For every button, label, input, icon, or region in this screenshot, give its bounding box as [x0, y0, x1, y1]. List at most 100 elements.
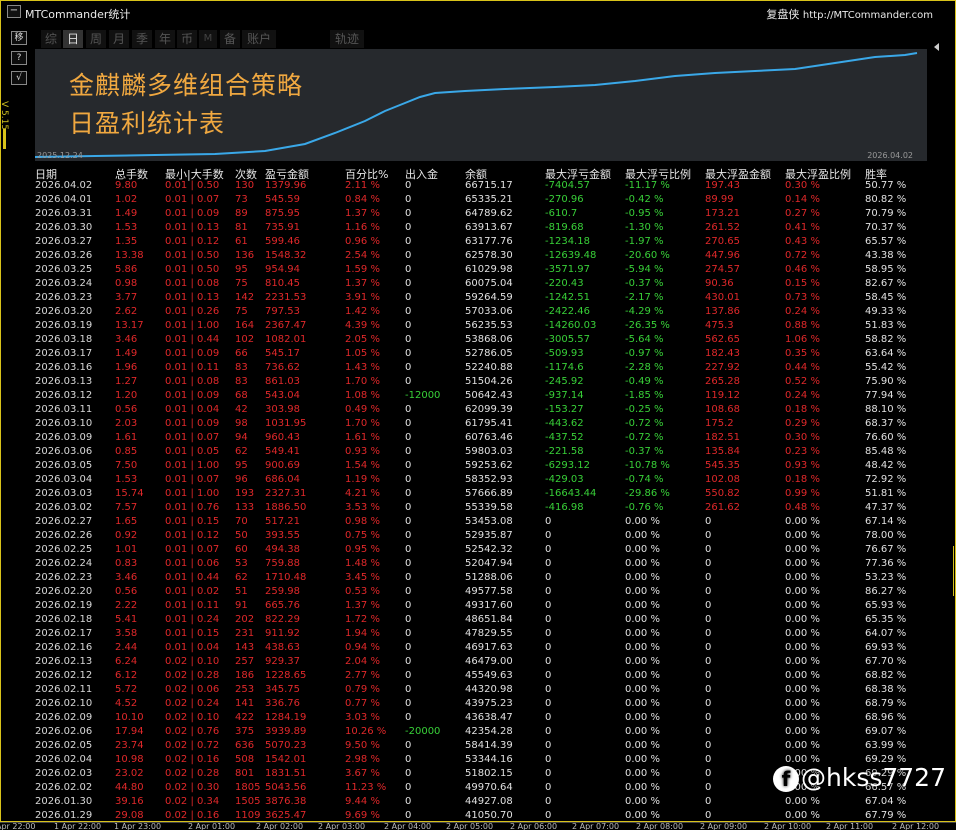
cell-balance: 44927.08 [465, 796, 513, 807]
cell-deposit: 0 [405, 180, 412, 191]
cell-max-float-loss: 0 [545, 796, 552, 807]
cell-total-lots: 29.08 [115, 810, 144, 821]
table-row[interactable]: 2026.02.05 23.74 0.02 | 0.72 636 5070.23 9.50… [1, 740, 956, 754]
cell-max-float-loss-pct: 0.00 % [625, 810, 660, 821]
tab-track[interactable]: 轨迹 [330, 30, 364, 48]
tab-currency[interactable]: 币 [177, 30, 197, 48]
cell-min-max-lots: 0.01 | 0.50 [165, 180, 220, 191]
table-row[interactable]: 2026.03.11 0.56 0.01 | 0.04 42 303.98 0.49 % 0… [1, 404, 956, 418]
table-row[interactable]: 2026.02.18 5.41 0.01 | 0.24 202 822.29 1.72 %… [1, 614, 956, 628]
table-row[interactable]: 2026.02.06 17.94 0.02 | 0.76 375 3939.89 10.2… [1, 726, 956, 740]
cell-min-max-lots: 0.01 | 0.24 [165, 614, 220, 625]
table-row[interactable]: 2026.03.31 1.49 0.01 | 0.09 89 875.95 1.37 % 0… [1, 208, 956, 222]
cell-max-float-profit-pct: 0.00 % [785, 558, 820, 569]
table-row[interactable]: 2026.03.02 7.57 0.01 | 0.76 133 1886.50 3.53 … [1, 502, 956, 516]
table-row[interactable]: 2026.03.04 1.53 0.01 | 0.07 96 686.04 1.19 % 0… [1, 474, 956, 488]
table-row[interactable]: 2026.02.10 4.52 0.02 | 0.24 141 336.76 0.77 %… [1, 698, 956, 712]
cell-balance: 52542.32 [465, 544, 513, 555]
table-row[interactable]: 2026.03.05 7.50 0.01 | 1.00 95 900.69 1.54 % 0… [1, 460, 956, 474]
tab-daily[interactable]: 日 [63, 30, 83, 48]
table-row[interactable]: 2026.03.17 1.49 0.01 | 0.09 66 545.17 1.05 % 0… [1, 348, 956, 362]
tab-monthly[interactable]: 月 [109, 30, 129, 48]
cell-max-float-profit: 90.36 [705, 278, 734, 289]
table-row[interactable]: 2026.02.19 2.22 0.01 | 0.11 91 665.76 1.37 % 0… [1, 600, 956, 614]
cell-max-float-profit-pct: 0.00 % [785, 796, 820, 807]
table-row[interactable]: 2026.03.24 0.98 0.01 | 0.08 75 810.45 1.37 % 0… [1, 278, 956, 292]
table-row[interactable]: 2026.02.24 0.83 0.01 | 0.06 53 759.88 1.48 % 0… [1, 558, 956, 572]
cell-max-float-profit: 182.43 [705, 348, 740, 359]
cell-min-max-lots: 0.02 | 0.30 [165, 782, 220, 793]
table-row[interactable]: 2026.04.02 9.80 0.01 | 0.50 130 1379.96 2.11 … [1, 180, 956, 194]
table-row[interactable]: 2026.02.17 3.58 0.01 | 0.15 231 911.92 1.94 %… [1, 628, 956, 642]
cell-date: 2026.02.10 [35, 698, 93, 709]
table-row[interactable]: 2026.02.25 1.01 0.01 | 0.07 60 494.38 0.95 % 0… [1, 544, 956, 558]
cell-win-rate: 65.35 % [865, 614, 907, 625]
cell-balance: 57666.89 [465, 488, 513, 499]
table-row[interactable]: 2026.03.10 2.03 0.01 | 0.09 98 1031.95 1.70 %… [1, 418, 956, 432]
table-row[interactable]: 2026.02.09 10.10 0.02 | 0.10 422 1284.19 3.03… [1, 712, 956, 726]
table-row[interactable]: 2026.03.12 1.20 0.01 | 0.09 68 543.04 1.08 % -… [1, 390, 956, 404]
table-row[interactable]: 2026.01.30 39.16 0.02 | 0.34 1505 3876.38 9.4… [1, 796, 956, 810]
tab-account[interactable]: 账户 [242, 30, 276, 48]
table-row[interactable]: 2026.02.16 2.44 0.01 | 0.04 143 438.63 0.94 %… [1, 642, 956, 656]
collapse-arrow-icon[interactable] [934, 43, 939, 51]
table-row[interactable]: 2026.03.16 1.96 0.01 | 0.11 83 736.62 1.43 % 0… [1, 362, 956, 376]
table-row[interactable]: 2026.03.03 15.74 0.01 | 1.00 193 2327.31 4.21… [1, 488, 956, 502]
cell-min-max-lots: 0.01 | 0.02 [165, 586, 220, 597]
cell-date: 2026.02.13 [35, 656, 93, 667]
cell-total-lots: 17.94 [115, 726, 144, 737]
table-row[interactable]: 2026.04.01 1.02 0.01 | 0.07 73 545.59 0.84 % 0… [1, 194, 956, 208]
confirm-button[interactable]: √ [11, 71, 27, 85]
minimize-button[interactable]: − [7, 5, 21, 18]
table-row[interactable]: 2026.03.19 13.17 0.01 | 1.00 164 2367.47 4.39… [1, 320, 956, 334]
table-row[interactable]: 2026.03.23 3.77 0.01 | 0.13 142 2231.53 3.91 … [1, 292, 956, 306]
cell-max-float-profit-pct: 0.00 % [785, 572, 820, 583]
table-row[interactable]: 2026.03.20 2.62 0.01 | 0.26 75 797.53 1.42 % 0… [1, 306, 956, 320]
cell-percent: 3.67 % [345, 768, 380, 779]
table-row[interactable]: 2026.03.27 1.35 0.01 | 0.12 61 599.46 0.96 % 0… [1, 236, 956, 250]
cell-balance: 49970.64 [465, 782, 513, 793]
table-row[interactable]: 2026.02.13 6.24 0.02 | 0.10 257 929.37 2.04 %… [1, 656, 956, 670]
cell-profit: 549.41 [265, 446, 300, 457]
cell-max-float-profit-pct: 1.06 % [785, 334, 820, 345]
cell-max-float-loss-pct: -5.94 % [625, 264, 664, 275]
table-row[interactable]: 2026.02.20 0.56 0.01 | 0.02 51 259.98 0.53 % 0… [1, 586, 956, 600]
table-row[interactable]: 2026.03.26 13.38 0.01 | 0.50 136 1548.32 2.54… [1, 250, 956, 264]
table-row[interactable]: 2026.02.26 0.92 0.01 | 0.12 50 393.55 0.75 % 0… [1, 530, 956, 544]
tab-yearly[interactable]: 年 [155, 30, 175, 48]
cell-max-float-profit: 119.12 [705, 390, 740, 401]
cell-deposit: 0 [405, 656, 412, 667]
table-row[interactable]: 2026.03.18 3.46 0.01 | 0.44 102 1082.01 2.05 … [1, 334, 956, 348]
brand-url-link[interactable]: http://MTCommander.com [803, 10, 933, 21]
tab-quarterly[interactable]: 季 [132, 30, 152, 48]
table-row[interactable]: 2026.03.09 1.61 0.01 | 0.07 94 960.43 1.61 % 0… [1, 432, 956, 446]
table-row[interactable]: 2026.02.27 1.65 0.01 | 0.15 70 517.21 0.98 % 0… [1, 516, 956, 530]
tab-notes[interactable]: 备 [220, 30, 240, 48]
table-row[interactable]: 2026.02.11 5.72 0.02 | 0.06 253 345.75 0.79 %… [1, 684, 956, 698]
tab-summary[interactable]: 综 [41, 30, 61, 48]
table-row[interactable]: 2026.03.06 0.85 0.01 | 0.05 62 549.41 0.93 % 0… [1, 446, 956, 460]
cell-percent: 0.77 % [345, 698, 380, 709]
cell-percent: 2.77 % [345, 670, 380, 681]
table-row[interactable]: 2026.02.23 3.46 0.01 | 0.44 62 1710.48 3.45 %… [1, 572, 956, 586]
cell-balance: 64789.62 [465, 208, 513, 219]
cell-max-float-profit: 108.68 [705, 404, 740, 415]
tab-magic[interactable]: M [199, 30, 217, 48]
cell-deposit: 0 [405, 782, 412, 793]
cell-date: 2026.02.16 [35, 642, 93, 653]
cell-max-float-profit: 475.3 [705, 320, 734, 331]
cell-total-lots: 2.03 [115, 418, 138, 429]
cell-total-lots: 1.35 [115, 236, 138, 247]
tab-weekly[interactable]: 周 [86, 30, 106, 48]
help-button[interactable]: ? [11, 51, 27, 65]
cell-profit: 911.92 [265, 628, 300, 639]
table-row[interactable]: 2026.03.25 5.86 0.01 | 0.50 95 954.94 1.59 % 0… [1, 264, 956, 278]
cell-min-max-lots: 0.01 | 0.08 [165, 278, 220, 289]
cell-win-rate: 70.37 % [865, 222, 907, 233]
move-button[interactable]: 移 [11, 31, 27, 45]
table-row[interactable]: 2026.03.30 1.53 0.01 | 0.13 81 735.91 1.16 % 0… [1, 222, 956, 236]
cell-max-float-loss: 0 [545, 698, 552, 709]
table-row[interactable]: 2026.02.12 6.12 0.02 | 0.28 186 1228.65 2.77 … [1, 670, 956, 684]
table-row[interactable]: 2026.03.13 1.27 0.01 | 0.08 83 861.03 1.70 % 0… [1, 376, 956, 390]
daily-stats-table: 2026.04.02 9.80 0.01 | 0.50 130 1379.96 2.11 … [1, 180, 956, 823]
